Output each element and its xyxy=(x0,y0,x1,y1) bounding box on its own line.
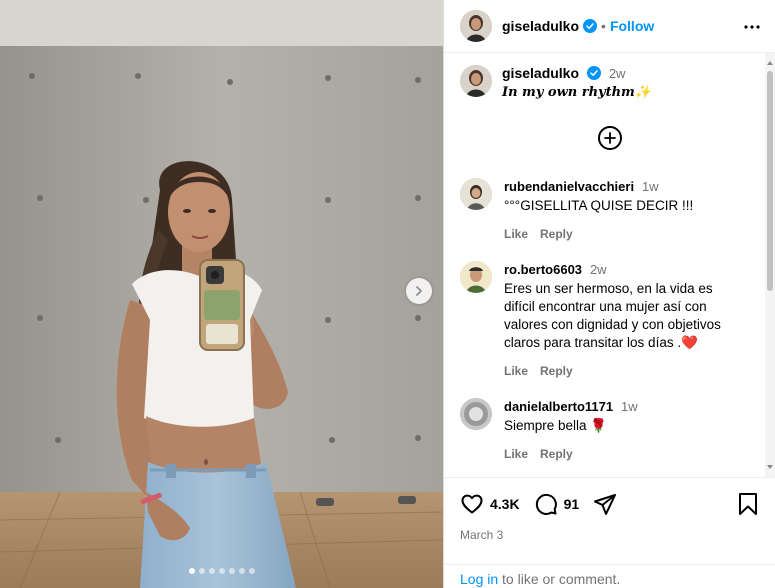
author-avatar[interactable] xyxy=(460,10,492,42)
caption-author-avatar[interactable] xyxy=(460,65,492,97)
post-date[interactable]: March 3 xyxy=(460,528,759,542)
comment-username[interactable]: ro.berto6603 xyxy=(504,262,582,277)
save-button[interactable] xyxy=(737,492,759,519)
caption-time[interactable]: 2w xyxy=(609,66,626,81)
login-link[interactable]: Log in xyxy=(460,571,498,587)
avatar-image xyxy=(460,398,492,430)
heart-icon xyxy=(461,494,483,514)
comment-time[interactable]: 1w xyxy=(642,179,659,194)
follow-button[interactable]: Follow xyxy=(610,18,654,34)
post-footer: 4.3K 91 March 3 Log in to like or commen… xyxy=(444,477,775,588)
verified-badge-icon xyxy=(583,19,598,33)
comment-username[interactable]: rubendanielvacchieri xyxy=(504,179,634,194)
avatar-image xyxy=(460,178,492,210)
comment-actions: Like Reply xyxy=(504,364,744,378)
carousel-dot xyxy=(208,568,215,574)
comment-actions: Like Reply xyxy=(504,227,744,241)
comments-scrollbar[interactable] xyxy=(765,53,775,477)
comment-body: rubendanielvacchieri 1w °°°GISELLITA QUI… xyxy=(504,178,744,241)
avatar-image xyxy=(460,65,492,97)
load-more-comments xyxy=(460,126,759,150)
caption-body: giseladulko 2w In my own rhythm✨ xyxy=(502,65,651,100)
photo-image xyxy=(0,0,443,588)
comment-item: ro.berto6603 2w Eres un ser hermoso, en … xyxy=(460,261,759,378)
carousel-dot xyxy=(218,568,225,574)
post-viewer: giseladulko • Follow giseladulko 2w In m… xyxy=(0,0,775,588)
comment-text: °°°GISELLITA QUISE DECIR !!! xyxy=(504,198,694,213)
comment-avatar[interactable] xyxy=(460,261,492,293)
comment-like-button[interactable]: Like xyxy=(504,447,528,461)
carousel-dot xyxy=(198,568,205,574)
comment-text: Eres un ser hermoso, en la vida es difíc… xyxy=(504,281,721,350)
comment-like-button[interactable]: Like xyxy=(504,364,528,378)
carousel-dot xyxy=(238,568,245,574)
header-separator: • xyxy=(601,18,606,34)
carousel-dot xyxy=(228,568,235,574)
comment-reply-button[interactable]: Reply xyxy=(540,447,573,461)
comment-item: rubendanielvacchieri 1w °°°GISELLITA QUI… xyxy=(460,178,759,241)
comment-text: Siempre bella 🌹 xyxy=(504,418,608,433)
carousel-indicator xyxy=(0,568,443,574)
comment-button[interactable]: 91 xyxy=(534,492,580,516)
avatar-image xyxy=(460,10,492,42)
comments-list[interactable]: giseladulko 2w In my own rhythm✨ rubenda… xyxy=(444,53,775,477)
post-details-panel: giseladulko • Follow giseladulko 2w In m… xyxy=(443,0,775,588)
verified-badge-icon xyxy=(586,66,601,80)
comment-body: ro.berto6603 2w Eres un ser hermoso, en … xyxy=(504,261,744,378)
paper-plane-icon xyxy=(594,494,617,515)
like-button[interactable]: 4.3K xyxy=(460,492,520,516)
caption-username[interactable]: giseladulko xyxy=(502,65,579,81)
comment-username[interactable]: danielalberto1171 xyxy=(504,399,613,414)
post-photo[interactable] xyxy=(0,0,443,588)
login-prompt: Log in to like or comment. xyxy=(444,564,775,588)
post-header: giseladulko • Follow xyxy=(444,0,775,53)
bookmark-icon xyxy=(739,493,757,515)
comment-reply-button[interactable]: Reply xyxy=(540,364,573,378)
next-slide-button[interactable] xyxy=(406,278,432,304)
caption-text: In my own rhythm✨ xyxy=(502,85,651,100)
comment-avatar[interactable] xyxy=(460,398,492,430)
comment-reply-button[interactable]: Reply xyxy=(540,227,573,241)
comment-count: 91 xyxy=(563,496,580,512)
load-more-comments-button[interactable] xyxy=(597,126,622,150)
scrollbar-thumb[interactable] xyxy=(767,71,773,291)
plus-circle-icon xyxy=(603,132,616,144)
comment-actions: Like Reply xyxy=(504,447,744,461)
like-count[interactable]: 4.3K xyxy=(490,496,520,512)
comment-body: danielalberto1171 1w Siempre bella 🌹 Lik… xyxy=(504,398,744,461)
scroll-up-arrow-icon[interactable] xyxy=(767,61,773,65)
login-prompt-text: to like or comment. xyxy=(498,571,621,587)
carousel-dot xyxy=(248,568,255,574)
share-button[interactable] xyxy=(593,492,617,516)
carousel-dot-active xyxy=(188,568,195,574)
author-username[interactable]: giseladulko xyxy=(502,18,579,34)
action-bar: 4.3K 91 xyxy=(460,492,759,516)
comment-like-button[interactable]: Like xyxy=(504,227,528,241)
comment-time[interactable]: 1w xyxy=(621,399,638,414)
comment-time[interactable]: 2w xyxy=(590,262,607,277)
scroll-down-arrow-icon[interactable] xyxy=(767,465,773,469)
comment-bubble-icon xyxy=(535,493,557,515)
more-options-icon[interactable] xyxy=(743,18,761,36)
avatar-image xyxy=(460,261,492,293)
post-caption: giseladulko 2w In my own rhythm✨ xyxy=(460,65,759,100)
comment-item: danielalberto1171 1w Siempre bella 🌹 Lik… xyxy=(460,398,759,461)
comment-avatar[interactable] xyxy=(460,178,492,210)
chevron-right-icon xyxy=(416,286,422,296)
